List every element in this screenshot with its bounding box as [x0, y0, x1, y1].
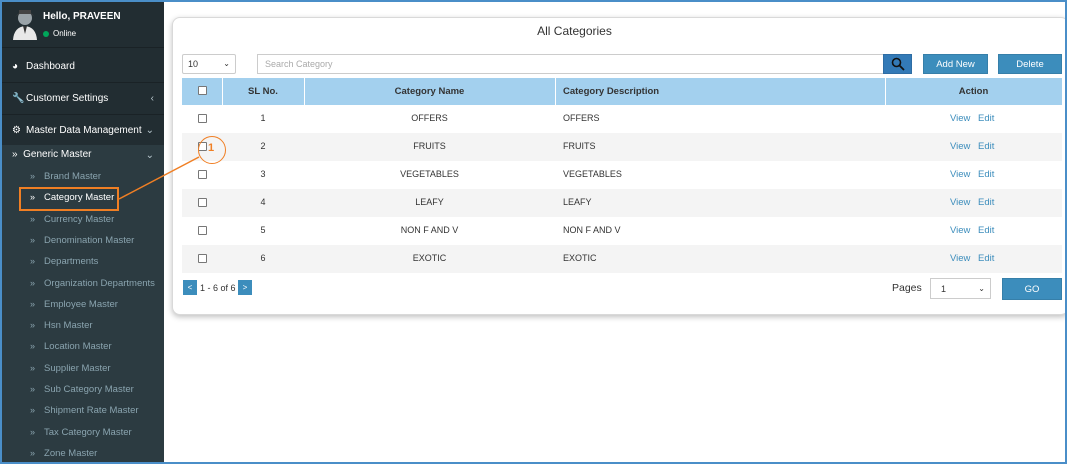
callout-number: 1	[208, 142, 215, 154]
app-frame: Hello, PRAVEEN Online ◕ Dashboard 🔧 Cust…	[0, 0, 1067, 464]
callout-connector	[118, 156, 200, 200]
